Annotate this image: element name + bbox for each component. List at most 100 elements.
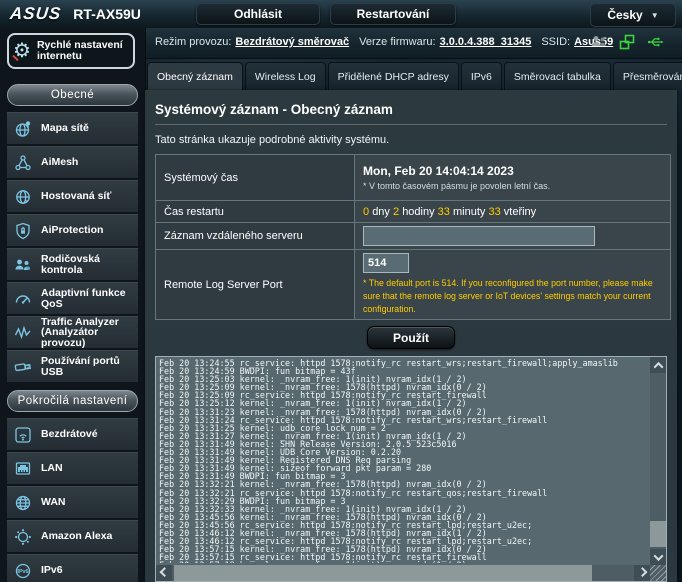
system-time-label: Systémový čas xyxy=(156,155,355,201)
parental-controls-icon xyxy=(11,253,35,277)
system-log-area[interactable]: Feb 20 13:24:55 rc_service: httpd 1578:n… xyxy=(155,356,667,582)
sidebar-item-ipv6[interactable]: IPv6 IPv6 xyxy=(7,554,138,582)
log-tabs: Obecný záznam Wireless Log Přidělené DHC… xyxy=(147,62,682,90)
reboot-button[interactable]: Restartování xyxy=(330,3,456,25)
alexa-icon xyxy=(11,525,35,549)
operation-mode-link[interactable]: Bezdrátový směrovač xyxy=(235,36,349,48)
apply-row: Použít xyxy=(151,326,671,349)
apply-button[interactable]: Použít xyxy=(367,326,455,349)
page-title: Systémový záznam - Obecný záznam xyxy=(155,102,667,125)
chevron-right-icon xyxy=(637,567,647,577)
chevron-up-icon xyxy=(653,361,663,371)
table-row-remote-server: Záznam vzdáleného serveru xyxy=(156,223,671,250)
firmware-version-link[interactable]: 3.0.0.4.388_31345 xyxy=(440,36,532,48)
operation-mode-label: Režim provozu: xyxy=(155,36,231,48)
sidebar-section-general: Obecné xyxy=(7,84,138,106)
ipv6-icon: IPv6 xyxy=(11,559,35,582)
tab-port-forwarding[interactable]: Přesměrování portů xyxy=(613,62,682,91)
scroll-up-button[interactable] xyxy=(650,357,666,373)
sidebar-item-label: Používání portů USB xyxy=(41,356,134,377)
traffic-analyzer-icon xyxy=(11,321,35,345)
sidebar: ⚙ Rychlé nastavení internetu Obecné Mapa… xyxy=(0,28,146,582)
clients-icon[interactable] xyxy=(590,33,608,51)
remote-server-label: Záznam vzdáleného serveru xyxy=(156,223,355,250)
port-note: * The default port is 514. If you reconf… xyxy=(363,277,662,316)
sidebar-item-network-map[interactable]: Mapa sítě xyxy=(7,112,138,144)
sidebar-item-usb-application[interactable]: Používání portů USB xyxy=(7,350,138,382)
sidebar-item-aimesh[interactable]: AiMesh xyxy=(7,146,138,178)
tab-general-log[interactable]: Obecný záznam xyxy=(147,62,243,91)
sidebar-menu: Obecné Mapa sítě AiMesh xyxy=(0,76,145,582)
sidebar-item-lan[interactable]: LAN xyxy=(7,452,138,484)
table-row-uptime: Čas restartu 0 dny 2 hodiny 33 minuty 33… xyxy=(156,201,671,223)
sidebar-item-label: Bezdrátové xyxy=(41,429,98,440)
usb-drive-icon xyxy=(11,355,35,379)
sidebar-item-label: Amazon Alexa xyxy=(41,531,112,542)
scroll-down-button[interactable] xyxy=(650,549,666,565)
sidebar-item-parental-controls[interactable]: Rodičovská kontrola xyxy=(7,248,138,280)
firmware-label: Verze firmwaru: xyxy=(359,36,435,48)
tab-wireless-log[interactable]: Wireless Log xyxy=(245,62,326,91)
scroll-right-button[interactable] xyxy=(634,565,650,581)
vertical-scroll-thumb[interactable] xyxy=(650,521,666,547)
sidebar-item-quick-internet-setup[interactable]: ⚙ Rychlé nastavení internetu xyxy=(7,33,135,69)
sidebar-item-adaptive-qos[interactable]: Adaptivní funkce QoS xyxy=(7,282,138,314)
vertical-scrollbar[interactable] xyxy=(650,357,666,565)
sidebar-item-guest-network[interactable]: Hostovaná síť xyxy=(7,180,138,212)
sidebar-item-label: Rodičovská kontrola xyxy=(41,254,134,275)
remote-port-input[interactable] xyxy=(363,253,409,273)
sidebar-item-label: Hostovaná síť xyxy=(41,191,111,202)
uptime-label: Čas restartu xyxy=(156,201,355,223)
ssid-label: SSID: xyxy=(541,36,570,48)
sidebar-section-advanced: Pokročilá nastavení xyxy=(7,390,138,412)
tab-ipv6[interactable]: IPv6 xyxy=(461,62,502,91)
resize-grip[interactable] xyxy=(650,565,666,581)
sidebar-item-label: WAN xyxy=(41,497,66,508)
remote-server-input[interactable] xyxy=(363,226,595,246)
table-row-system-time: Systémový čas Mon, Feb 20 14:04:14 2023 … xyxy=(156,155,671,201)
chevron-down-icon xyxy=(653,551,663,561)
chevron-down-icon: ▼ xyxy=(651,11,659,20)
sidebar-item-aiprotection[interactable]: AiProtection xyxy=(7,214,138,246)
sidebar-item-label: AiProtection xyxy=(41,225,103,236)
lan-port-icon xyxy=(11,457,35,481)
table-row-remote-port: Remote Log Server Port * The default por… xyxy=(156,250,671,320)
dst-note: * V tomto časovém pásmu je povolen letní… xyxy=(363,181,662,191)
wan-globe-icon xyxy=(11,491,35,515)
usb-icon[interactable] xyxy=(646,33,664,51)
sidebar-item-label: LAN xyxy=(41,463,63,474)
top-header-bar: ASUS RT-AX59U Odhlásit Restartování Česk… xyxy=(0,0,682,29)
sidebar-item-traffic-analyzer[interactable]: Traffic Analyzer (Analyzátor provozu) xyxy=(7,316,138,348)
qis-label: Rychlé nastavení internetu xyxy=(37,40,129,62)
aimesh-icon xyxy=(11,151,35,175)
svg-text:IPv6: IPv6 xyxy=(17,569,28,575)
gear-icon: ⚙ xyxy=(13,41,31,61)
status-icons xyxy=(590,33,664,51)
settings-table: Systémový čas Mon, Feb 20 14:04:14 2023 … xyxy=(155,154,671,320)
language-selector[interactable]: Česky ▼ xyxy=(590,3,676,27)
chevron-left-icon xyxy=(159,567,169,577)
system-log-text[interactable]: Feb 20 13:24:55 rc_service: httpd 1578:n… xyxy=(159,359,648,563)
sidebar-item-wan[interactable]: WAN xyxy=(7,486,138,518)
sidebar-item-wireless[interactable]: Bezdrátové xyxy=(7,418,138,450)
scroll-left-button[interactable] xyxy=(156,565,172,581)
sidebar-item-label: IPv6 xyxy=(41,565,63,576)
wired-clients-icon[interactable] xyxy=(618,33,636,51)
tab-dhcp-leases[interactable]: Přidělené DHCP adresy xyxy=(328,62,459,91)
remote-port-label: Remote Log Server Port xyxy=(156,250,355,320)
asus-logo: ASUS xyxy=(9,4,62,24)
tab-routing-table[interactable]: Směrovací tabulka xyxy=(504,62,611,91)
horizontal-scrollbar[interactable] xyxy=(156,565,650,581)
wireless-icon xyxy=(11,423,35,447)
guest-network-icon xyxy=(11,185,35,209)
qos-gauge-icon xyxy=(11,287,35,311)
logout-button[interactable]: Odhlásit xyxy=(196,3,320,25)
brand-block: ASUS RT-AX59U xyxy=(10,4,141,24)
system-time-value: Mon, Feb 20 14:04:14 2023 xyxy=(363,164,662,178)
sidebar-item-amazon-alexa[interactable]: Amazon Alexa xyxy=(7,520,138,552)
language-label: Česky xyxy=(607,8,642,22)
sidebar-item-label: Adaptivní funkce QoS xyxy=(41,288,134,309)
horizontal-scroll-thumb[interactable] xyxy=(174,565,592,581)
info-text: Režim provozu: Bezdrátový směrovač Verze f… xyxy=(155,36,623,48)
page-description: Tato stránka ukazuje podrobné aktivity s… xyxy=(155,134,667,146)
